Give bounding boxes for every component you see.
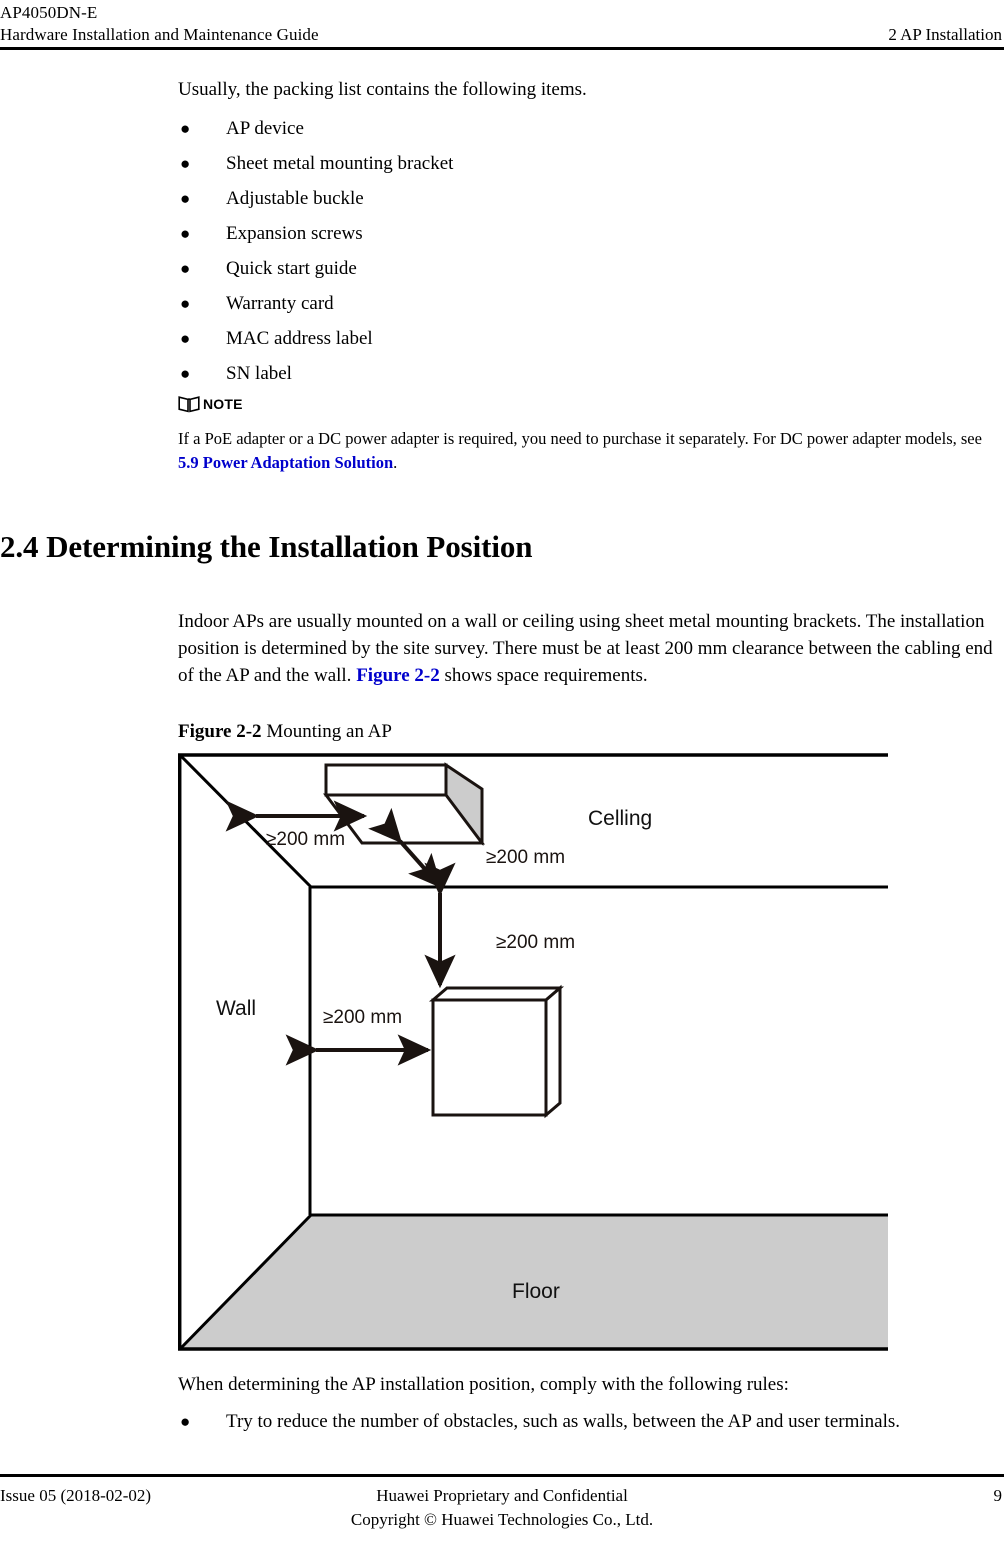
bullet-icon: ●	[180, 294, 191, 313]
list-item: ● Warranty card	[178, 290, 996, 317]
list-item-label: Warranty card	[226, 293, 334, 314]
bullet-icon: ●	[180, 259, 191, 278]
header-document-title: Hardware Installation and Maintenance Gu…	[0, 25, 319, 44]
list-item: ● Try to reduce the number of obstacles, …	[178, 1408, 996, 1435]
ap-wall-top-face	[428, 986, 565, 1002]
bullet-icon: ●	[180, 329, 191, 348]
list-item: ● Quick start guide	[178, 255, 996, 282]
ap-wall-side-face	[544, 984, 562, 1119]
section-paragraph: Indoor APs are usually mounted on a wall…	[178, 608, 996, 689]
figure-caption-number: Figure 2-2	[178, 721, 262, 742]
dimension-label-ap-to-backwall-diagonal: ≥200 mm	[486, 847, 565, 868]
dimension-arrow-ap-to-backwall-diagonal	[368, 807, 443, 889]
bullet-icon: ●	[180, 119, 191, 138]
note-text-before: If a PoE adapter or a DC power adapter i…	[178, 429, 982, 448]
bullet-icon: ●	[180, 1412, 191, 1431]
list-item-label: Try to reduce the number of obstacles, s…	[226, 1411, 900, 1432]
floor-label: Floor	[512, 1280, 560, 1303]
bullet-icon: ●	[180, 224, 191, 243]
footer-copyright-line: Copyright © Huawei Technologies Co., Ltd…	[350, 1510, 654, 1529]
bullet-icon: ●	[180, 189, 191, 208]
list-item: ● SN label	[178, 360, 996, 387]
ap-wall-front-face	[431, 998, 548, 1117]
wall-mounted-ap	[428, 984, 565, 1119]
section-body: Indoor APs are usually mounted on a wall…	[178, 608, 996, 1443]
packing-list-intro: Usually, the packing list contains the f…	[178, 79, 587, 100]
list-item-label: SN label	[226, 363, 292, 384]
note-label: NOTE	[203, 396, 243, 412]
book-icon	[178, 396, 200, 413]
footer-page-number: 9	[993, 1486, 1003, 1505]
list-item-label: AP device	[226, 118, 304, 139]
section-paragraph-part2: shows space requirements.	[439, 665, 648, 686]
wall-label: Wall	[216, 997, 256, 1020]
page-footer: Issue 05 (2018-02-02) Huawei Proprietary…	[0, 1474, 1004, 1566]
footer-confidentiality-line: Huawei Proprietary and Confidential	[376, 1486, 628, 1505]
bullet-icon: ●	[180, 154, 191, 173]
header-left-block: AP4050DN-E Hardware Installation and Mai…	[0, 2, 319, 46]
dimension-label-ceiling-to-wall: ≥200 mm	[266, 829, 345, 850]
dimension-label-ceiling-to-wall-ap: ≥200 mm	[496, 932, 575, 953]
list-item-label: Quick start guide	[226, 258, 357, 279]
list-item-label: Adjustable buckle	[226, 188, 364, 209]
footer-divider-rule	[0, 1474, 1004, 1477]
packing-list: ● AP device ● Sheet metal mounting bracket…	[178, 115, 996, 387]
figure-caption: Figure 2-2 Mounting an AP	[178, 719, 996, 745]
note-body-text: If a PoE adapter or a DC power adapter i…	[178, 427, 996, 475]
header-product-name: AP4050DN-E	[0, 3, 98, 22]
list-item-label: Sheet metal mounting bracket	[226, 153, 454, 174]
list-item: ● Sheet metal mounting bracket	[178, 150, 996, 177]
ceiling-mounted-ap	[323, 762, 485, 846]
list-item-label: MAC address label	[226, 328, 373, 349]
document-content: Usually, the packing list contains the f…	[178, 76, 996, 475]
ap-ceiling-back-face	[324, 763, 448, 797]
note-cross-reference-link[interactable]: 5.9 Power Adaptation Solution	[178, 453, 393, 472]
note-admonition-header: NOTE	[178, 395, 996, 413]
list-item: ● MAC address label	[178, 325, 996, 352]
figure-cross-reference-link[interactable]: Figure 2-2	[356, 665, 440, 686]
bullet-icon: ●	[180, 364, 191, 383]
header-chapter-title: 2 AP Installation	[888, 25, 1002, 44]
list-item-label: Expansion screws	[226, 223, 363, 244]
note-text-after: .	[393, 453, 398, 472]
figure-mounting-an-ap: ≥200 mm ≥200 mm ≥200 mm ≥200 mm Celling …	[178, 753, 890, 1353]
room-clearance-diagram: ≥200 mm ≥200 mm ≥200 mm ≥200 mm Celling …	[178, 753, 888, 1351]
page-header: AP4050DN-E Hardware Installation and Mai…	[0, 0, 1004, 50]
rules-intro: When determining the AP installation pos…	[178, 1374, 789, 1395]
list-item: ● Adjustable buckle	[178, 185, 996, 212]
rules-list: ● Try to reduce the number of obstacles, …	[178, 1408, 996, 1435]
list-item: ● Expansion screws	[178, 220, 996, 247]
ceiling-label: Celling	[588, 807, 652, 830]
dimension-label-wall-ap-to-wall: ≥200 mm	[323, 1007, 402, 1028]
ceiling-perspective-edge	[178, 753, 313, 889]
list-item: ● AP device	[178, 115, 996, 142]
header-divider-rule	[0, 47, 1004, 50]
figure-caption-title: Mounting an AP	[261, 721, 392, 742]
section-heading: 2.4 Determining the Installation Positio…	[0, 529, 533, 564]
